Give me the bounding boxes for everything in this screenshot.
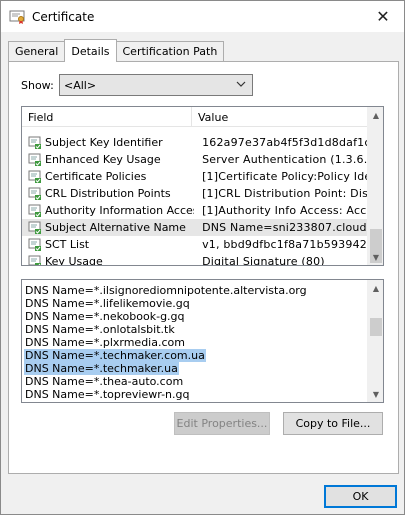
dns-name-text: DNS Name=*.thea-auto.com	[25, 375, 184, 388]
field-value: DNS Name=sni233807.cloudfl...	[202, 221, 370, 234]
dns-name-line: DNS Name=*.thea-auto.com	[24, 375, 366, 388]
dns-name-line: DNS Name=*.topreviewr-n.gq	[24, 388, 366, 401]
dns-name-line: DNS Name=*.onlotalsbit.tk	[24, 323, 366, 336]
dns-name-text: DNS Name=*.lifelikemovie.gq	[25, 297, 190, 310]
field-value: [1]Certificate Policy:Policy Ide...	[202, 170, 370, 183]
field-name: Authority Information Access	[45, 204, 195, 217]
certificate-field-icon	[28, 221, 42, 235]
tab-strip: General Details Certification Path	[8, 39, 225, 62]
field-row[interactable]: Enhanced Key Usage Server Authentication …	[22, 151, 370, 168]
dns-name-line: DNS Name=*.lifelikemovie.gq	[24, 297, 366, 310]
dns-name-text: DNS Name=*.nekobook-g.gq	[25, 310, 185, 323]
field-row[interactable]: Authority Information Access [1]Authority…	[22, 202, 370, 219]
show-label: Show:	[21, 79, 54, 92]
field-list-scrollbar[interactable]: ▲ ▼	[367, 107, 383, 265]
dns-name-text: DNS Name=*.techmaker.ua	[24, 362, 179, 375]
field-name: Enhanced Key Usage	[45, 153, 161, 166]
value-box-scrollbar[interactable]: ▲ ▼	[367, 280, 383, 402]
dns-name-text: DNS Name=*.plxrmedia.com	[25, 336, 185, 349]
tab-certification-path[interactable]: Certification Path	[115, 41, 225, 61]
scroll-thumb[interactable]	[370, 318, 382, 336]
field-row[interactable]: Subject Alternative Name DNS Name=sni2338…	[22, 219, 370, 236]
field-row[interactable]: CRL Distribution Points [1]CRL Distributi…	[22, 185, 370, 202]
scroll-down-icon[interactable]: ▼	[368, 386, 383, 402]
certificate-field-icon	[28, 136, 42, 150]
certificate-field-icon	[28, 255, 42, 265]
field-name: Subject Alternative Name	[45, 221, 186, 234]
dns-name-text: DNS Name=*.topreviewr-n.gq	[25, 388, 190, 401]
tab-certification-path-label: Certification Path	[122, 45, 218, 58]
tab-general-label: General	[15, 45, 59, 58]
tab-details-label: Details	[71, 44, 110, 58]
field-list-header: Field Value	[22, 107, 370, 127]
certificate-icon	[9, 9, 25, 25]
scroll-up-icon[interactable]: ▲	[368, 280, 383, 296]
scroll-down-icon[interactable]: ▼	[368, 249, 383, 265]
dns-name-text: DNS Name=*.techmaker.com.ua	[24, 349, 206, 362]
dns-name-line: DNS Name=*.nekobook-g.gq	[24, 310, 366, 323]
field-name: SCT List	[45, 238, 90, 251]
tab-details[interactable]: Details	[64, 39, 117, 62]
certificate-field-icon	[28, 238, 42, 252]
field-name: Certificate Policies	[45, 170, 147, 183]
value-detail-box[interactable]: DNS Name=*.ilsignorediomnipotente.alterv…	[21, 279, 384, 403]
column-header-value[interactable]: Value	[192, 107, 228, 127]
field-value: [1]Authority Info Access: Acc...	[202, 204, 370, 217]
column-header-field[interactable]: Field	[22, 107, 192, 127]
field-value: Digital Signature (80)	[202, 255, 325, 266]
dns-name-line: DNS Name=*.plxrmedia.com	[24, 336, 366, 349]
field-name: Key Usage	[45, 255, 103, 266]
dns-name-text: DNS Name=*.onlotalsbit.tk	[25, 323, 175, 336]
tab-general[interactable]: General	[8, 41, 66, 61]
certificate-field-icon	[28, 187, 42, 201]
certificate-field-icon	[28, 153, 42, 167]
field-value: Server Authentication (1.3.6....	[202, 153, 370, 166]
ok-button[interactable]: OK	[324, 485, 397, 508]
show-dropdown[interactable]: <All>	[59, 74, 253, 96]
certificate-field-icon	[28, 170, 42, 184]
field-row[interactable]: Certificate Policies [1]Certificate Polic…	[22, 168, 370, 185]
field-row[interactable]: SCT List v1, bbd9dfbc1f8a71b5939423...	[22, 236, 370, 253]
title-bar[interactable]: Certificate ✕	[1, 1, 404, 32]
field-rows: Subject Key Identifier 162a97e37ab4f5f3d1…	[22, 134, 370, 266]
field-row[interactable]: Key Usage Digital Signature (80)	[22, 253, 370, 266]
chevron-down-icon	[236, 80, 246, 90]
certificate-window: Certificate ✕ General Details Certificat…	[0, 0, 405, 515]
window-title: Certificate	[32, 9, 95, 24]
field-name: CRL Distribution Points	[45, 187, 171, 200]
field-value: 162a97e37ab4f5f3d1d8daf1c...	[202, 136, 370, 149]
copy-to-file-button[interactable]: Copy to File...	[283, 412, 383, 435]
dns-name-line: DNS Name=*.ilsignorediomnipotente.alterv…	[24, 284, 366, 297]
details-panel: Show: <All> Field Value Subject Key Iden…	[8, 61, 399, 474]
certificate-field-icon	[28, 204, 42, 218]
close-icon[interactable]: ✕	[368, 3, 398, 29]
value-lines: DNS Name=*.ilsignorediomnipotente.alterv…	[24, 284, 366, 401]
scroll-up-icon[interactable]: ▲	[368, 107, 383, 123]
field-list[interactable]: Field Value Subject Key Identifier 162a97…	[21, 106, 384, 266]
dns-name-text: DNS Name=*.ilsignorediomnipotente.alterv…	[25, 284, 307, 297]
edit-properties-button[interactable]: Edit Properties...	[174, 412, 270, 435]
field-value: v1, bbd9dfbc1f8a71b5939423...	[202, 238, 370, 251]
dns-name-line: DNS Name=*.techmaker.com.ua	[24, 349, 366, 362]
field-name: Subject Key Identifier	[45, 136, 163, 149]
field-value: [1]CRL Distribution Point: Distr...	[202, 187, 370, 200]
show-dropdown-value: <All>	[64, 78, 97, 92]
dns-name-line: DNS Name=*.techmaker.ua	[24, 362, 366, 375]
field-row[interactable]: Subject Key Identifier 162a97e37ab4f5f3d1…	[22, 134, 370, 151]
